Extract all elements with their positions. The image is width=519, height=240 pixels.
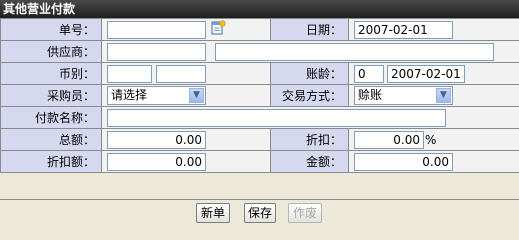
new-document-icon[interactable] [210, 20, 226, 39]
button-bar: 新单 保存 作废 [0, 199, 519, 227]
form-row-supplier: 供应商： [0, 40, 519, 63]
form-row-buyer: 采购员： 请选择 ▼ 交易方式： 赊账 ▼ [0, 84, 519, 107]
form-row-currency: 币别： 账龄： 0 2007-02-01 [0, 62, 519, 85]
buyer-select[interactable]: 请选择 ▼ [107, 86, 206, 105]
payment-name-label: 付款名称： [0, 106, 102, 129]
discount-label: 折扣： [270, 128, 349, 151]
supplier-code-input[interactable] [107, 42, 206, 61]
discount-input[interactable]: 0.00 [354, 130, 424, 149]
discount-amount-input[interactable]: 0.00 [107, 152, 206, 171]
payment-name-input[interactable] [107, 108, 446, 127]
total-input[interactable]: 0.00 [107, 130, 206, 149]
new-order-button[interactable]: 新单 [196, 203, 230, 223]
supplier-label: 供应商： [0, 40, 102, 63]
amount-label: 金额： [270, 150, 349, 173]
trade-mode-selected-value: 赊账 [358, 88, 383, 102]
form-row-total: 总额： 0.00 折扣： 0.00% [0, 128, 519, 151]
date-input[interactable]: 2007-02-01 [354, 20, 453, 39]
form-row-payment-name: 付款名称： [0, 106, 519, 129]
payment-window: 其他营业付款 单号： 日期： 2007-02-01 供应商： 币别： 账龄： 0… [0, 0, 519, 227]
chevron-down-icon[interactable]: ▼ [436, 88, 451, 103]
void-button[interactable]: 作废 [288, 203, 322, 223]
form-row-discount-amount: 折扣额： 0.00 金额： 0.00 [0, 150, 519, 173]
currency-rate-input[interactable] [156, 64, 206, 83]
currency-code-input[interactable] [107, 64, 152, 83]
discount-amount-label: 折扣额： [0, 150, 102, 173]
order-no-label: 单号： [0, 18, 102, 41]
form-row-order: 单号： 日期： 2007-02-01 [0, 18, 519, 41]
save-button[interactable]: 保存 [244, 203, 276, 223]
total-label: 总额： [0, 128, 102, 151]
supplier-name-input[interactable] [215, 42, 494, 61]
window-title: 其他营业付款 [0, 0, 519, 18]
buyer-selected-value: 请选择 [111, 88, 148, 102]
aging-days-input[interactable]: 0 [354, 64, 384, 83]
chevron-down-icon[interactable]: ▼ [189, 88, 204, 103]
trade-mode-select[interactable]: 赊账 ▼ [354, 86, 453, 105]
aging-date-input[interactable]: 2007-02-01 [387, 64, 465, 83]
trade-mode-label: 交易方式： [270, 84, 349, 107]
amount-input[interactable]: 0.00 [354, 152, 453, 171]
payment-form: 单号： 日期： 2007-02-01 供应商： 币别： 账龄： 0 2007-02 [0, 18, 519, 173]
percent-sign: % [425, 132, 437, 147]
order-no-input[interactable] [107, 20, 206, 39]
currency-label: 币别： [0, 62, 102, 85]
date-label: 日期： [270, 18, 349, 41]
buyer-label: 采购员： [0, 84, 102, 107]
aging-label: 账龄： [270, 62, 349, 85]
